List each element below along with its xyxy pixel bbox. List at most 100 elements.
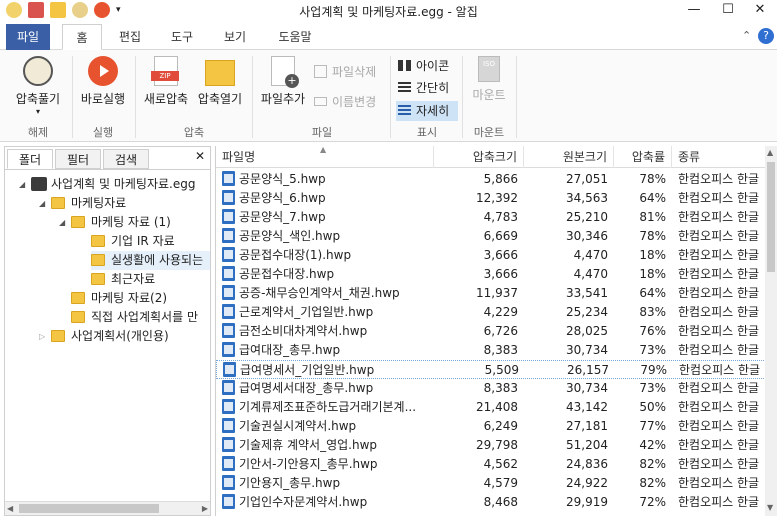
group-separator bbox=[72, 56, 73, 138]
file-name-cell: 기계류제조표준하도급거래기본계... bbox=[222, 398, 432, 417]
tab-filter[interactable]: 필터 bbox=[55, 149, 101, 169]
tab-home[interactable]: 홈 bbox=[62, 24, 102, 50]
file-type: 한컴오피스 한글 bbox=[678, 457, 760, 471]
table-row[interactable]: 급여대장_총무.hwp 8,383 30,734 73% 한컴오피스 한글 bbox=[216, 341, 766, 360]
original-size: 4,470 bbox=[573, 248, 608, 262]
tree-item-label: 직접 사업계획서를 만 bbox=[91, 310, 198, 324]
table-row[interactable]: 공문양식_6.hwp 12,392 34,563 64% 한컴오피스 한글 bbox=[216, 189, 766, 208]
table-row[interactable]: 공증-채무승인계약서_채권.hwp 11,937 33,541 64% 한컴오피스 한글 bbox=[216, 284, 766, 303]
collapse-ribbon-icon[interactable]: ⌃ bbox=[742, 29, 751, 42]
collapse-icon[interactable]: ◢ bbox=[39, 199, 45, 208]
group-separator bbox=[390, 56, 391, 138]
tree-item-marketing-1[interactable]: 마케팅 자료 (1) bbox=[71, 213, 171, 232]
column-ratio[interactable]: 압축률 bbox=[614, 146, 672, 168]
table-row[interactable]: 공문양식_색인.hwp 6,669 30,346 78% 한컴오피스 한글 bbox=[216, 227, 766, 246]
tab-help[interactable]: 도움말 bbox=[270, 24, 320, 50]
column-packed-size[interactable]: 압축크기 bbox=[434, 146, 524, 168]
file-name: 기안용지_총무.hwp bbox=[239, 476, 341, 490]
table-row[interactable]: 급여명세서대장_총무.hwp 8,383 30,734 73% 한컴오피스 한글 bbox=[216, 379, 766, 398]
compression-ratio: 42% bbox=[639, 438, 666, 452]
tree-item-archive[interactable]: 사업계획 및 마케팅자료.egg bbox=[31, 175, 195, 194]
scroll-thumb[interactable] bbox=[767, 162, 775, 272]
simple-view-button[interactable]: 간단히 bbox=[396, 78, 458, 98]
open-zip-button[interactable]: 압축열기 bbox=[194, 56, 246, 107]
compression-ratio: 18% bbox=[639, 248, 666, 262]
tree-item-marketing[interactable]: 마케팅자료 bbox=[51, 194, 126, 213]
detail-view-button[interactable]: 자세히 bbox=[396, 101, 458, 121]
unzip-button[interactable]: 압축풀기 ▾ bbox=[10, 56, 66, 116]
rename-button[interactable]: 이름변경 bbox=[312, 92, 376, 112]
compression-ratio: 64% bbox=[639, 286, 666, 300]
tab-folder[interactable]: 폴더 bbox=[7, 149, 53, 169]
hwp-file-icon bbox=[223, 362, 236, 377]
hwp-file-icon bbox=[222, 171, 235, 186]
table-row[interactable]: 급여명세서_기업일반.hwp 5,509 26,157 79% 한컴오피스 한글 bbox=[216, 360, 766, 379]
close-button[interactable]: ✕ bbox=[743, 0, 777, 22]
tab-edit[interactable]: 편집 bbox=[110, 24, 150, 50]
table-row[interactable]: 기업인수자문계약서.hwp 8,468 29,919 72% 한컴오피스 한글 bbox=[216, 493, 766, 512]
table-row[interactable]: 공문양식_5.hwp 5,866 27,051 78% 한컴오피스 한글 bbox=[216, 170, 766, 189]
hwp-file-icon bbox=[222, 304, 235, 319]
collapse-icon[interactable]: ◢ bbox=[19, 180, 25, 189]
column-name[interactable]: 파일명 ▲ bbox=[216, 145, 434, 168]
table-row[interactable]: 기안서-기안용지_총무.hwp 4,562 24,836 82% 한컴오피스 한글 bbox=[216, 455, 766, 474]
column-type[interactable]: 종류 bbox=[672, 146, 766, 168]
tab-tools[interactable]: 도구 bbox=[162, 24, 202, 50]
tree-item-business-plan-self[interactable]: 직접 사업계획서를 만 bbox=[71, 308, 198, 327]
open-zip-label: 압축열기 bbox=[197, 92, 243, 106]
mount-button[interactable]: ISO 마운트 bbox=[466, 56, 512, 103]
tree-item-marketing-2[interactable]: 마케팅 자료(2) bbox=[71, 289, 167, 308]
tab-view[interactable]: 보기 bbox=[215, 24, 255, 50]
scroll-up-icon[interactable]: ▲ bbox=[767, 148, 773, 157]
maximize-button[interactable]: ☐ bbox=[711, 0, 745, 22]
compression-ratio: 73% bbox=[639, 381, 666, 395]
tree-item-label: 마케팅 자료 (1) bbox=[91, 215, 171, 229]
add-file-button[interactable]: + 파일추가 bbox=[258, 56, 308, 107]
minimize-button[interactable]: — bbox=[677, 0, 711, 22]
tab-search[interactable]: 검색 bbox=[103, 149, 149, 169]
scroll-right-icon[interactable]: ▶ bbox=[202, 504, 208, 513]
compression-ratio: 82% bbox=[639, 476, 666, 490]
column-original-size[interactable]: 원본크기 bbox=[524, 146, 614, 168]
hwp-file-icon bbox=[222, 285, 235, 300]
file-type: 한컴오피스 한글 bbox=[678, 419, 760, 433]
delete-file-button[interactable]: 파일삭제 bbox=[312, 62, 376, 82]
file-name: 기계류제조표준하도급거래기본계... bbox=[239, 400, 417, 414]
tree-item-business-plan-personal[interactable]: 사업계획서(개인용) bbox=[51, 327, 169, 346]
table-row[interactable]: 기계류제조표준하도급거래기본계... 21,408 43,142 50% 한컴오피스 한… bbox=[216, 398, 766, 417]
scroll-thumb[interactable] bbox=[19, 504, 159, 513]
table-row[interactable]: 기술권실시계약서.hwp 6,249 27,181 77% 한컴오피스 한글 bbox=[216, 417, 766, 436]
expand-icon[interactable]: ▷ bbox=[39, 332, 45, 341]
scroll-down-icon[interactable]: ▼ bbox=[767, 503, 773, 512]
run-button[interactable]: 바로실행 bbox=[78, 56, 128, 107]
file-type: 한컴오피스 한글 bbox=[678, 495, 760, 509]
table-row[interactable]: 공문접수대장(1).hwp 3,666 4,470 18% 한컴오피스 한글 bbox=[216, 246, 766, 265]
horizontal-scrollbar[interactable]: ◀ ▶ bbox=[5, 501, 210, 515]
table-row[interactable]: 기술제휴 계약서_영업.hwp 29,798 51,204 42% 한컴오피스 한글 bbox=[216, 436, 766, 455]
scroll-left-icon[interactable]: ◀ bbox=[7, 504, 13, 513]
tree-item-ir[interactable]: 기업 IR 자료 bbox=[91, 232, 175, 251]
file-name: 공문접수대장(1).hwp bbox=[239, 248, 352, 262]
collapse-icon[interactable]: ◢ bbox=[59, 218, 65, 227]
table-row[interactable]: 근로계약서_기업일반.hwp 4,229 25,234 83% 한컴오피스 한글 bbox=[216, 303, 766, 322]
table-row[interactable]: 공문접수대장.hwp 3,666 4,470 18% 한컴오피스 한글 bbox=[216, 265, 766, 284]
tree-item-daily[interactable]: 실생활에 사용되는 bbox=[91, 251, 210, 270]
table-row[interactable]: 공문양식_7.hwp 4,783 25,210 81% 한컴오피스 한글 bbox=[216, 208, 766, 227]
table-row[interactable]: 기안용지_총무.hwp 4,579 24,922 82% 한컴오피스 한글 bbox=[216, 474, 766, 493]
close-pane-icon[interactable]: ✕ bbox=[195, 149, 205, 163]
tab-file[interactable]: 파일 bbox=[6, 24, 50, 50]
delete-file-label: 파일삭제 bbox=[332, 65, 377, 79]
help-icon[interactable]: ? bbox=[758, 28, 774, 44]
icon-view-button[interactable]: 아이콘 bbox=[396, 56, 458, 76]
file-name-cell: 공문접수대장.hwp bbox=[222, 265, 432, 284]
file-name-cell: 기안서-기안용지_총무.hwp bbox=[222, 455, 432, 474]
tree-item-recent[interactable]: 최근자료 bbox=[91, 270, 155, 289]
packed-size: 3,666 bbox=[483, 267, 518, 281]
new-zip-button[interactable]: ZIP 새로압축 bbox=[140, 56, 192, 107]
table-row[interactable]: 금전소비대차계약서.hwp 6,726 28,025 76% 한컴오피스 한글 bbox=[216, 322, 766, 341]
file-name: 기안서-기안용지_총무.hwp bbox=[239, 457, 378, 471]
file-name: 급여명세서대장_총무.hwp bbox=[239, 381, 374, 395]
original-size: 26,157 bbox=[567, 363, 609, 377]
compression-ratio: 81% bbox=[639, 210, 666, 224]
vertical-scrollbar[interactable]: ▲ ▼ bbox=[765, 146, 777, 516]
